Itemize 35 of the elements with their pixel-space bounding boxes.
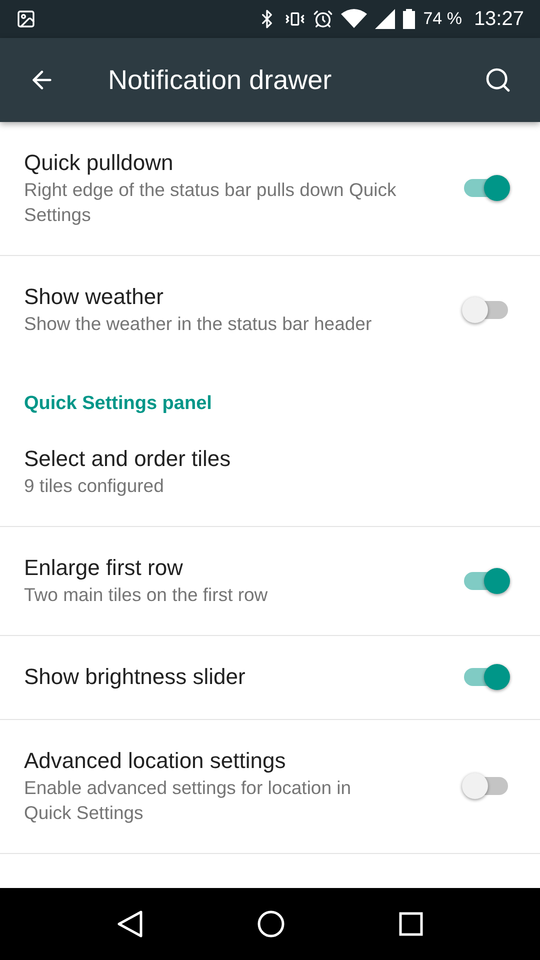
setting-row[interactable]: Show weather Show the weather in the status bar header [0, 256, 540, 364]
signal-icon [375, 9, 396, 29]
setting-title: Show weather [24, 283, 164, 311]
setting-title: Select and order tiles [24, 445, 232, 473]
toolbar-title: Notification drawer [108, 64, 333, 97]
setting-summary: Two main tiles on the first row [24, 583, 269, 607]
home-nav-icon[interactable] [257, 910, 285, 938]
image-icon [16, 9, 36, 29]
setting-row[interactable]: Quick pulldown Right edge of the status bar pulls down Quick Settings [0, 122, 540, 256]
back-nav-icon[interactable] [117, 910, 143, 938]
clock-time: 13:27 [474, 7, 524, 32]
search-icon [484, 66, 512, 94]
setting-title: Advanced location settings [24, 747, 287, 775]
toggle-switch[interactable] [462, 663, 510, 691]
setting-summary: Show the weather in the status bar header [24, 312, 373, 336]
alarm-icon [313, 9, 334, 29]
toggle-switch[interactable] [462, 296, 510, 324]
battery-percent: 74 % [423, 8, 462, 30]
setting-title: Quick pulldown [24, 149, 174, 177]
setting-summary: Enable advanced settings for location in Quick Settings [24, 776, 352, 825]
section-header: Quick Settings panel [24, 393, 212, 414]
setting-summary: Right edge of the status bar pulls down Quick Settings [24, 178, 398, 227]
wifi-icon [341, 9, 368, 29]
setting-row[interactable]: Select and order tiles 9 tiles configured [0, 427, 540, 527]
setting-row[interactable]: Advanced location settings Enable advanced settings for location in Quick Settings [0, 720, 540, 854]
setting-title: Enlarge first row [24, 554, 184, 582]
setting-row[interactable]: Show brightness slider [0, 636, 540, 720]
setting-title: Show brightness slider [24, 663, 246, 691]
toggle-switch[interactable] [462, 566, 510, 594]
setting-row[interactable]: Enlarge first row Two main tiles on the first row [0, 527, 540, 636]
battery-icon [403, 9, 416, 29]
toggle-switch[interactable] [462, 772, 510, 800]
toggle-switch[interactable] [462, 174, 510, 202]
setting-summary: 9 tiles configured [24, 474, 165, 498]
recents-nav-icon[interactable] [399, 912, 423, 936]
